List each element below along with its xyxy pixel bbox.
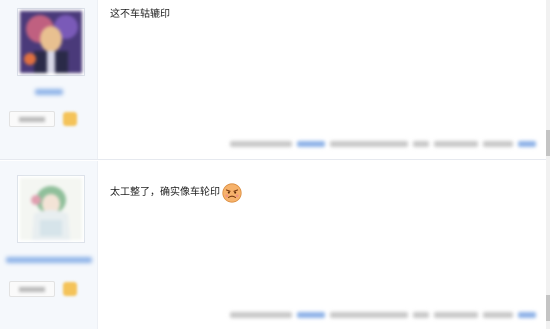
angry-face-emoji-icon [222, 183, 242, 203]
post-meta [230, 140, 541, 148]
post-text: 太工整了，确实像车轮印 [110, 187, 220, 198]
avatar[interactable] [17, 8, 85, 76]
username-link[interactable] [0, 89, 97, 95]
divider [0, 159, 550, 160]
reply-post: 太工整了，确实像车轮印 [0, 161, 550, 329]
scrollbar-thumb[interactable] [546, 295, 550, 321]
post-content: 这不车轱辘印 [110, 8, 170, 22]
post-text: 这不车轱辘印 [110, 9, 170, 20]
scrollbar[interactable] [546, 0, 550, 329]
avatar[interactable] [17, 175, 85, 243]
level-icon [63, 282, 77, 296]
post-content: 太工整了，确实像车轮印 [110, 183, 242, 203]
reply-post: 这不车轱辘印 [0, 0, 550, 160]
level-badge[interactable] [9, 111, 77, 127]
scrollbar-thumb[interactable] [546, 130, 550, 156]
level-badge[interactable] [9, 281, 77, 297]
reply-list: 这不车轱辘印 太工整了，确实像车轮印 [0, 0, 550, 329]
username-link[interactable] [0, 257, 97, 263]
author-panel [0, 0, 98, 160]
level-icon [63, 112, 77, 126]
post-meta [230, 311, 541, 319]
author-panel [0, 161, 98, 329]
